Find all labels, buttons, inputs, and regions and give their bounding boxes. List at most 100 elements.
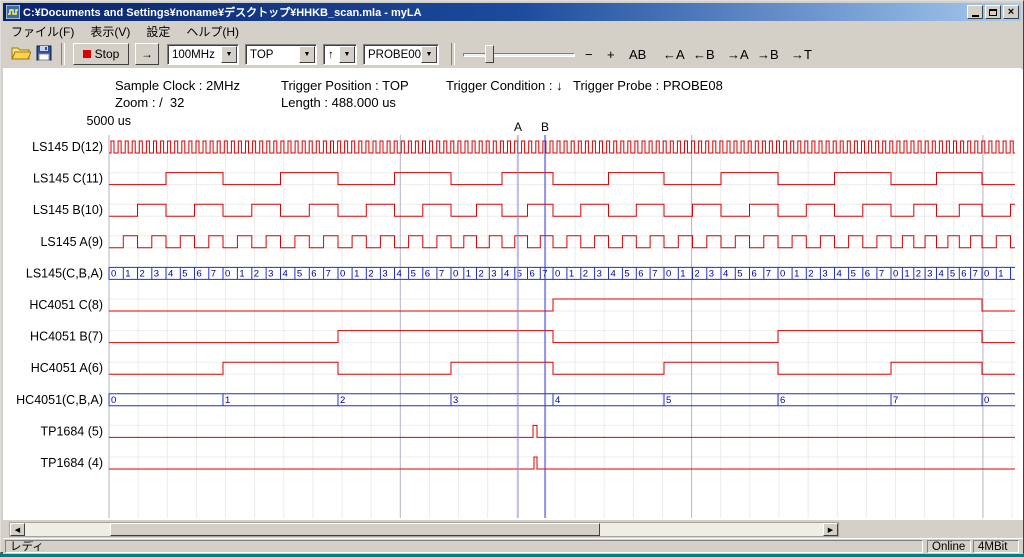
bus-value: 6 [865, 268, 870, 279]
bus-value: 1 [680, 268, 685, 279]
cursor-label: B [541, 120, 549, 134]
channel-label: TP1684 (5) [40, 424, 103, 438]
cursor-b[interactable]: B [541, 120, 549, 518]
trigger-condition-info: Trigger Condition : ↓ [446, 78, 563, 93]
bus-value: 7 [211, 268, 216, 279]
bus-value: 1 [998, 268, 1003, 279]
channel-label: HC4051 A(6) [31, 361, 103, 375]
bus-value: 4 [555, 395, 560, 406]
channel-row-hc4051-c-8-: HC4051 C(8) [29, 298, 1015, 312]
channel-row-tp1684-4-: TP1684 (4) [40, 456, 1015, 470]
bus-value: 3 [453, 395, 458, 406]
channel-row-ls145-b-10-: LS145 B(10) [33, 203, 1015, 217]
bus-value: 5 [950, 268, 955, 279]
time-per-div-label: 5000 us [87, 114, 131, 128]
bus-value: 2 [340, 395, 345, 406]
bus-value: 5 [737, 268, 742, 279]
channel-row-ls145-c-11-: LS145 C(11) [33, 172, 1015, 186]
channel-label: LS145(C,B,A) [26, 266, 103, 280]
channel-row-hc4051-b-7-: HC4051 B(7) [30, 330, 1015, 344]
bus-value: 0 [666, 268, 671, 279]
bus-value: 0 [340, 268, 345, 279]
bus-value: 4 [723, 268, 728, 279]
app-window: C:¥Documents and Settings¥noname¥デスクトップ¥… [0, 0, 1024, 553]
bus-value: 5 [297, 268, 302, 279]
channel-label: LS145 B(10) [33, 203, 103, 217]
bus-value: 2 [583, 268, 588, 279]
channel-label: HC4051 C(8) [29, 298, 103, 312]
bus-value: 6 [638, 268, 643, 279]
channel-row-tp1684-5-: TP1684 (5) [40, 424, 1015, 438]
bus-value: 1 [794, 268, 799, 279]
bus-value: 0 [453, 268, 458, 279]
channel-row-ls145-d-12-: LS145 D(12) [32, 140, 1015, 154]
channel-row-ls145-a-9-: LS145 A(9) [40, 235, 1015, 249]
bus-value: 6 [425, 268, 430, 279]
bus-value: 0 [984, 268, 989, 279]
bus-value: 4 [611, 268, 616, 279]
bus-value: 3 [709, 268, 714, 279]
bus-value: 7 [973, 268, 978, 279]
bus-value: 1 [569, 268, 574, 279]
channel-row-hc4051-c-b-a-: HC4051(C,B,A)012345670 [16, 393, 1015, 407]
bus-value: 0 [111, 268, 116, 279]
bus-value: 7 [326, 268, 331, 279]
bus-value: 5 [851, 268, 856, 279]
bus-value: 7 [879, 268, 884, 279]
bus-value: 2 [916, 268, 921, 279]
length-info: Length : 488.000 us [281, 95, 396, 110]
bus-value: 7 [652, 268, 657, 279]
bus-value: 3 [268, 268, 273, 279]
bus-value: 3 [927, 268, 932, 279]
bus-value: 6 [780, 395, 785, 406]
bus-value: 7 [766, 268, 771, 279]
bus-value: 1 [225, 395, 230, 406]
bus-value: 2 [479, 268, 484, 279]
bus-value: 4 [837, 268, 842, 279]
bus-value: 1 [904, 268, 909, 279]
bus-value: 3 [382, 268, 387, 279]
bus-value: 0 [555, 268, 560, 279]
bus-value: 3 [491, 268, 496, 279]
cursor-a[interactable]: A [514, 120, 522, 518]
channel-label: TP1684 (4) [40, 456, 103, 470]
bus-value: 2 [140, 268, 145, 279]
bus-value: 1 [239, 268, 244, 279]
cursor-label: A [514, 120, 522, 134]
bus-value: 0 [893, 268, 898, 279]
bus-value: 3 [597, 268, 602, 279]
desktop: { "window": { "title": "C:¥Documents and… [0, 0, 1024, 556]
bus-value: 6 [311, 268, 316, 279]
bus-value: 4 [504, 268, 509, 279]
bus-value: 4 [939, 268, 944, 279]
bus-value: 2 [808, 268, 813, 279]
bus-value: 2 [695, 268, 700, 279]
bus-value: 3 [822, 268, 827, 279]
bus-value: 0 [984, 395, 989, 406]
channel-label: HC4051(C,B,A) [16, 393, 103, 407]
bus-value: 5 [411, 268, 416, 279]
bus-value: 0 [225, 268, 230, 279]
bus-value: 2 [368, 268, 373, 279]
bus-value: 5 [666, 395, 671, 406]
grid [109, 135, 1015, 518]
bus-value: 4 [397, 268, 402, 279]
channel-row-hc4051-a-6-: HC4051 A(6) [31, 361, 1015, 375]
channel-label: LS145 C(11) [33, 172, 103, 186]
channel-label: LS145 A(9) [40, 235, 103, 249]
bus-value: 6 [752, 268, 757, 279]
bus-value: 2 [254, 268, 259, 279]
channel-label: LS145 D(12) [32, 140, 103, 154]
bus-value: 7 [439, 268, 444, 279]
bus-value: 1 [125, 268, 130, 279]
channel-label: HC4051 B(7) [30, 330, 103, 344]
bus-value: 0 [111, 395, 116, 406]
zoom-info: Zoom : / 32 [115, 95, 184, 110]
bus-value: 3 [154, 268, 159, 279]
bus-value: 5 [624, 268, 629, 279]
bus-value: 1 [466, 268, 471, 279]
bus-value: 4 [283, 268, 288, 279]
channel-row-ls145-c-b-a-: LS145(C,B,A)0123456701234567012345670123… [26, 266, 1015, 280]
bus-value: 0 [780, 268, 785, 279]
sample-clock-info: Sample Clock : 2MHz [115, 78, 240, 93]
